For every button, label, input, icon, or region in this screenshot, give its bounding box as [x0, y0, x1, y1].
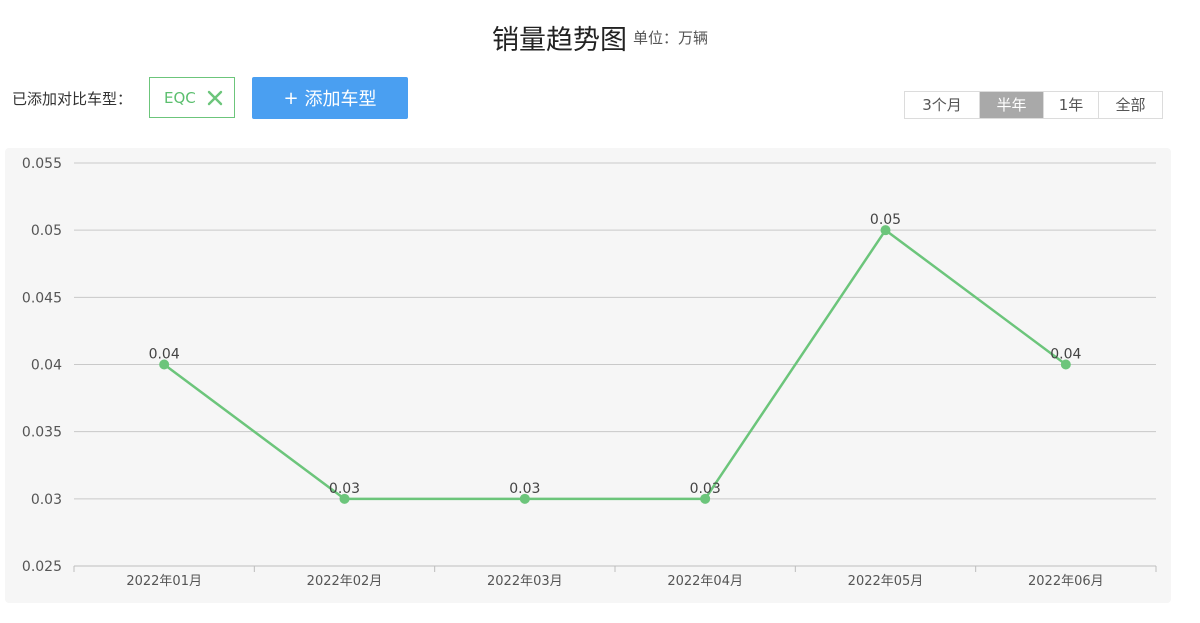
page-title: 销量趋势图 [491, 25, 627, 56]
data-label: 0.04 [149, 347, 180, 363]
data-label: 0.03 [329, 481, 360, 497]
x-tick-label: 2022年01月 [126, 574, 202, 589]
grid-lines [74, 162, 1156, 567]
y-tick-label: 0.035 [22, 425, 62, 441]
plus-icon: + [283, 87, 299, 109]
y-axis-ticks: 0.025 0.03 0.035 0.04 0.045 0.05 0.055 [22, 156, 62, 575]
y-tick-label: 0.045 [22, 290, 62, 306]
x-tick-label: 2022年06月 [1028, 574, 1104, 589]
y-tick-label: 0.03 [31, 492, 62, 508]
add-model-label: 添加车型 [304, 89, 377, 110]
data-label: 0.03 [509, 481, 540, 497]
add-model-button[interactable]: + 添加车型 [252, 77, 408, 119]
x-tick-label: 2022年03月 [487, 574, 563, 589]
close-icon[interactable] [206, 89, 224, 107]
x-tick-label: 2022年05月 [848, 574, 924, 589]
unit-label: 单位：万辆 [632, 29, 708, 47]
y-tick-label: 0.055 [22, 156, 62, 172]
range-all[interactable]: 全部 [1099, 92, 1162, 118]
compare-tag-label: EQC [164, 88, 196, 107]
y-tick-label: 0.025 [22, 559, 62, 575]
range-half-year[interactable]: 半年 [980, 92, 1044, 118]
data-label: 0.05 [870, 212, 901, 228]
x-tick-label: 2022年02月 [307, 574, 383, 589]
data-label: 0.04 [1050, 347, 1081, 363]
chart-header: 销量趋势图 单位：万辆 [0, 18, 1200, 57]
chart-area: 0.025 0.03 0.035 0.04 0.045 0.05 0.055 2022年01… [5, 148, 1171, 603]
compare-tag-eqc[interactable]: EQC [149, 77, 235, 118]
compare-label: 已添加对比车型： [12, 90, 133, 108]
data-labels: 0.04 0.03 0.03 0.03 0.05 0.04 [149, 212, 1082, 497]
data-label: 0.03 [690, 481, 721, 497]
time-range-selector: 3个月 半年 1年 全部 [904, 91, 1163, 119]
y-tick-label: 0.05 [31, 223, 62, 239]
y-tick-label: 0.04 [31, 358, 62, 374]
range-1-year[interactable]: 1年 [1044, 92, 1099, 118]
range-3-months[interactable]: 3个月 [905, 92, 980, 118]
line-chart: 0.025 0.03 0.035 0.04 0.045 0.05 0.055 2022年01… [22, 156, 1157, 589]
x-axis: 2022年01月 2022年02月 2022年03月 2022年04月 2022年05月… [73, 565, 1157, 589]
x-tick-label: 2022年04月 [667, 574, 743, 589]
